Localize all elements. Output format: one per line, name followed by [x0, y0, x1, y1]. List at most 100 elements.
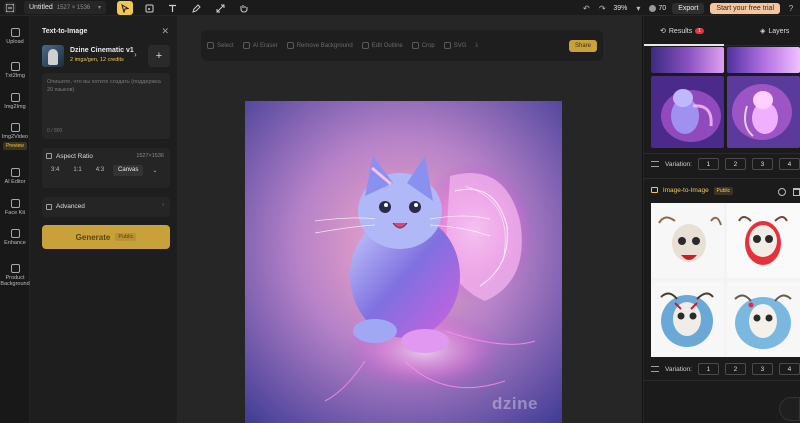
divider [643, 178, 800, 179]
hand-tool-icon[interactable] [235, 1, 251, 15]
active-tab-indicator [644, 44, 724, 46]
variation-2-button[interactable]: 2 [724, 363, 746, 375]
select-tool-icon[interactable] [117, 1, 133, 15]
zoom-level[interactable]: 39% [613, 5, 627, 12]
zoom-chevron-icon[interactable]: ▾ [633, 4, 643, 13]
document-chip[interactable]: Untitled 1527 × 1536 ▾ [24, 1, 106, 14]
remove-background-icon [286, 42, 294, 49]
upload-icon [10, 28, 20, 37]
ratio-4-3[interactable]: 4:3 [91, 165, 109, 176]
skull-thumbnails [651, 203, 800, 357]
tool-label: Crop [421, 42, 435, 49]
prompt-placeholder: Опишите, что вы хотите создать (поддержк… [47, 79, 161, 93]
divider [643, 380, 800, 381]
cat-thumbnail-1 [651, 76, 724, 148]
img2video-icon [10, 123, 20, 132]
advanced-label: Advanced [56, 203, 85, 210]
advanced-section[interactable]: Advanced › [42, 197, 170, 217]
pen-tool-icon[interactable] [188, 1, 204, 15]
tool-svg[interactable]: SVG [443, 42, 467, 49]
face-kit-icon [10, 199, 20, 208]
chevron-down-icon: ▾ [97, 5, 101, 11]
tool-remove-background[interactable]: Remove Background [286, 42, 353, 49]
history-icon: ⟲ [660, 28, 666, 35]
app-logo[interactable] [4, 2, 16, 14]
watermark: dzine [492, 394, 538, 413]
advanced-icon [46, 204, 52, 210]
result-thumbnail[interactable] [651, 47, 724, 73]
canvas-image[interactable] [245, 101, 562, 423]
rail-txt2img[interactable]: Txt2Img [0, 62, 30, 79]
text-tool-icon[interactable] [164, 1, 180, 15]
rail-upload[interactable]: Upload [0, 28, 30, 45]
generate-button[interactable]: Generate Public [42, 225, 170, 249]
plus-icon: + [155, 50, 163, 62]
variation-icon [651, 161, 659, 167]
add-style-button[interactable]: + [148, 45, 170, 67]
variation-3-button[interactable]: 3 [751, 158, 773, 170]
info-icon[interactable] [778, 188, 786, 196]
undo-icon[interactable]: ↶ [581, 4, 591, 13]
share-button[interactable]: Share [568, 39, 597, 52]
ratio-canvas[interactable]: Canvas [113, 165, 144, 176]
export-button[interactable]: Export [672, 2, 705, 14]
variation-4-button[interactable]: 4 [778, 158, 800, 170]
model-thumbnail [42, 45, 64, 67]
close-icon[interactable]: ✕ [161, 26, 169, 37]
svg-icon [443, 42, 451, 49]
document-dimensions: 1527 × 1536 [56, 4, 91, 11]
image-to-image-icon [651, 187, 658, 193]
ratio-3-4[interactable]: 3:4 [46, 165, 64, 176]
download-icon[interactable]: ⤓ [475, 42, 478, 49]
top-right-controls: ↶ ↷ 39% ▾ 70 Export Start your free tria… [581, 1, 796, 15]
tool-label: Edit Outline [371, 42, 403, 49]
prompt-input[interactable]: Опишите, что вы хотите создать (поддержк… [42, 73, 170, 139]
variation-3-button[interactable]: 3 [751, 363, 773, 375]
tool-edit-outline[interactable]: Edit Outline [361, 42, 403, 49]
help-icon[interactable]: ? [786, 4, 796, 13]
rail-label: Img2Video [1, 134, 29, 140]
variation-row-1: Variation: 1 2 3 4 [651, 158, 800, 170]
rail-enhance[interactable]: Enhance [0, 229, 30, 246]
rail-face-kit[interactable]: Face Kit [0, 199, 30, 216]
variation-2-button[interactable]: 2 [724, 158, 746, 170]
img2img-icon [10, 93, 20, 102]
rail-img2video[interactable]: Img2Video Preview [0, 123, 30, 150]
ratio-1-1[interactable]: 1:1 [68, 165, 86, 176]
rail-label: Product Background [0, 275, 30, 287]
tool-label: AI Eraser [252, 42, 278, 49]
tool-select[interactable]: Select [207, 42, 234, 49]
trash-icon[interactable] [793, 188, 800, 196]
rail-label: Txt2Img [5, 73, 25, 79]
rail-label: Enhance [4, 240, 26, 246]
rail-ai-editor[interactable]: AI Editor [0, 168, 30, 185]
result-thumbnail[interactable] [651, 76, 724, 148]
tool-ai-eraser[interactable]: AI Eraser [242, 42, 278, 49]
rail-product-background[interactable]: Product Background [0, 264, 30, 287]
tab-layers[interactable]: ◈ Layers [760, 27, 789, 36]
resize-tool-icon[interactable] [212, 1, 228, 15]
variation-1-button[interactable]: 1 [697, 158, 719, 170]
result-thumbnail[interactable] [727, 76, 800, 148]
tool-label: SVG [453, 42, 467, 49]
variation-4-button[interactable]: 4 [778, 363, 800, 375]
generate-badge: Public [115, 233, 137, 241]
chat-support-icon[interactable] [779, 397, 800, 421]
rail-img2img[interactable]: Img2Img [0, 93, 30, 110]
rail-label: Img2Img [4, 104, 26, 110]
tab-results-label: Results [668, 27, 693, 35]
redo-icon[interactable]: ↷ [597, 4, 607, 13]
model-credits: 2 imgs/gen, 12 credits [70, 57, 124, 63]
generate-label: Generate [75, 232, 111, 242]
variation-1-button[interactable]: 1 [697, 363, 719, 375]
ratio-chevron-icon[interactable]: ⌄ [147, 165, 162, 176]
tab-results[interactable]: ⟲ Results 1 [660, 27, 704, 35]
divider [643, 153, 800, 154]
credits-counter[interactable]: 70 [649, 4, 666, 12]
free-trial-button[interactable]: Start your free trial [710, 2, 780, 14]
ai-editor-icon [10, 168, 20, 177]
frame-tool-icon[interactable] [141, 1, 157, 15]
tool-crop[interactable]: Crop [411, 42, 435, 49]
panel-title: Text-to-Image [42, 28, 88, 35]
result-thumbnail[interactable] [727, 47, 800, 73]
